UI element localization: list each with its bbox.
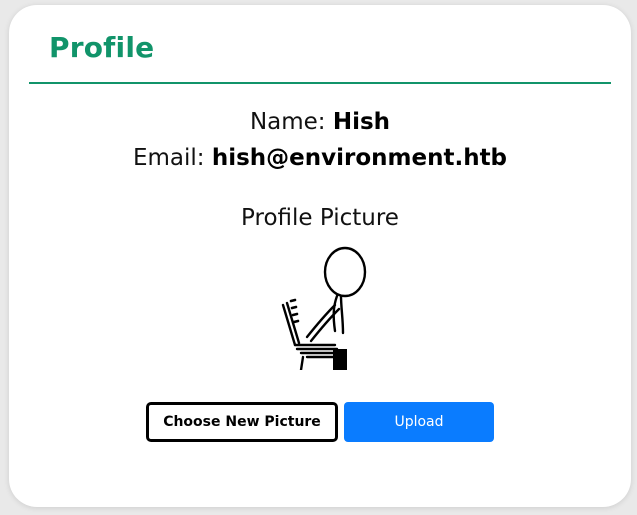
email-label: Email: xyxy=(132,145,205,171)
choose-new-picture-button[interactable]: Choose New Picture xyxy=(146,402,338,442)
title-divider xyxy=(29,82,611,84)
profile-card: Profile Name: Hish Email: hish@environme… xyxy=(9,5,631,507)
page-title: Profile xyxy=(49,31,155,64)
profile-picture-heading: Profile Picture xyxy=(241,205,399,231)
name-value: Hish xyxy=(332,109,391,135)
profile-picture-image xyxy=(281,246,367,370)
upload-button[interactable]: Upload xyxy=(344,402,494,442)
name-line: Name: Hish xyxy=(9,109,631,135)
name-label: Name: xyxy=(249,109,326,135)
email-line: Email: hish@environment.htb xyxy=(9,145,631,171)
email-value: hish@environment.htb xyxy=(211,145,508,171)
